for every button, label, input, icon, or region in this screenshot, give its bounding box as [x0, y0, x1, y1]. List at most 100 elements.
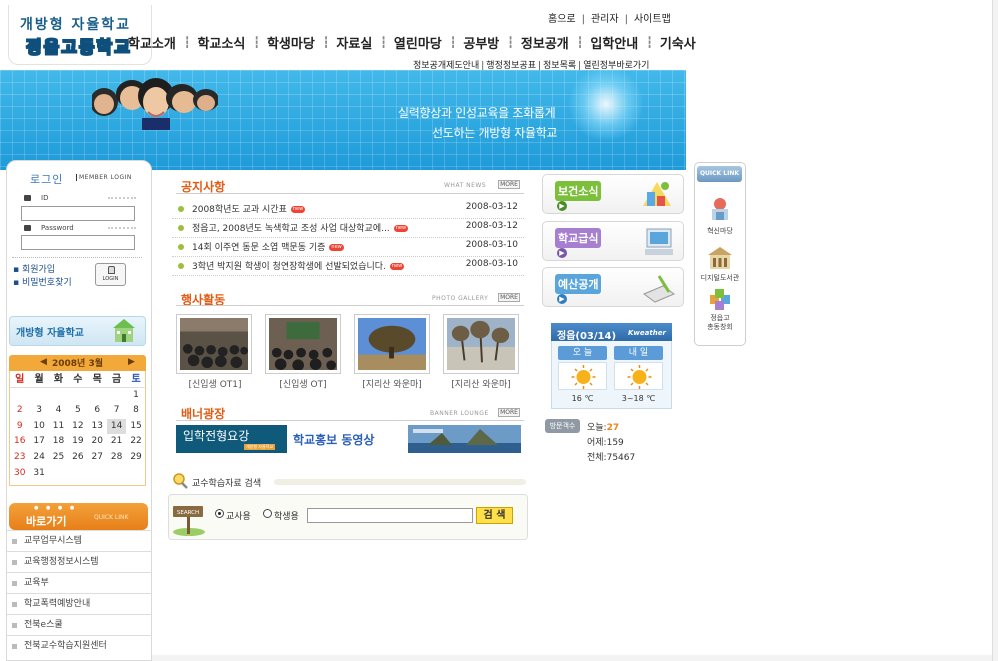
sitemap-link[interactable]: 사이트맵 [634, 14, 671, 25]
quick-item-violence-prevention[interactable]: 학교폭력예방안내 [6, 593, 152, 614]
teacher-radio-label[interactable]: 교사용 [226, 509, 251, 522]
calendar-day[interactable]: 18 [49, 434, 68, 450]
notice-row-title[interactable]: 정읍고, 2008년도 녹색학교 조성 사업 대상학교에... [192, 224, 390, 234]
nav-open-yard[interactable]: 열린마당 [386, 33, 442, 52]
calendar-day[interactable]: 6 [88, 403, 107, 419]
nav-admission[interactable]: 입학안내 [582, 33, 638, 52]
calendar-day[interactable]: 22 [126, 434, 145, 450]
calendar-day[interactable]: 27 [88, 450, 107, 466]
calendar-day[interactable]: 19 [68, 434, 87, 450]
quick-item-ministry[interactable]: 교육부 [6, 572, 152, 593]
calendar-day[interactable]: 14 [106, 418, 127, 435]
calendar-day[interactable]: 1 [126, 388, 145, 404]
calendar-day[interactable]: 21 [107, 434, 126, 450]
gallery-caption[interactable]: [지리산 와운마] [347, 377, 437, 390]
calendar-day[interactable]: 7 [107, 403, 126, 419]
calendar-day[interactable]: 3 [29, 403, 48, 419]
quick-item-academic-system[interactable]: 교무업무시스템 [6, 530, 152, 551]
password-input[interactable] [21, 235, 135, 250]
dokdo-banner[interactable] [408, 425, 521, 453]
calendar-day[interactable]: 2 [10, 403, 29, 419]
quick-item-eschool[interactable]: 전북e스쿨 [6, 614, 152, 635]
innovation-yard-link[interactable]: 혁신마당 [694, 226, 746, 236]
teacher-radio[interactable] [215, 509, 224, 518]
student-radio[interactable] [263, 509, 272, 518]
gallery-more-button[interactable]: MORE [498, 293, 520, 302]
sub-link-info-list[interactable]: 정보목록 [543, 61, 576, 71]
gallery-thumb[interactable] [176, 314, 252, 374]
calendar-day[interactable]: 8 [126, 403, 145, 419]
calendar-day[interactable]: 23 [10, 450, 29, 466]
calendar-day[interactable]: 13 [88, 419, 107, 435]
nav-school-news[interactable]: 학교소식 [189, 33, 245, 52]
nav-info-disclosure[interactable]: 정보공개 [513, 33, 569, 52]
budget-disclosure-card[interactable]: 예산공개 ▶ [542, 267, 684, 307]
calendar-day[interactable]: 11 [49, 419, 68, 435]
nav-student-yard[interactable]: 학생마당 [259, 33, 315, 52]
digital-library-link[interactable]: 디지털도서관 [694, 273, 746, 283]
calendar-next-button[interactable]: ▶ [128, 357, 135, 367]
gallery-thumb[interactable] [265, 314, 341, 374]
join-member-link[interactable]: ▪ 회원가입 [13, 262, 55, 275]
search-button[interactable]: 검 색 [476, 507, 513, 524]
banner-lounge-more-button[interactable]: MORE [498, 408, 520, 417]
calendar-day[interactable]: 4 [49, 403, 68, 419]
nav-study-room[interactable]: 공부방 [455, 33, 499, 52]
calendar-day[interactable]: 5 [68, 403, 87, 419]
student-radio-label[interactable]: 학생용 [274, 509, 299, 522]
calendar-day[interactable]: 25 [49, 450, 68, 466]
banner-lounge-eng-label: BANNER LOUNGE [430, 410, 489, 417]
gallery-thumb[interactable] [443, 314, 519, 374]
calendar-day[interactable]: 17 [29, 434, 48, 450]
visitor-today: 오늘:27 [587, 423, 620, 433]
school-logo-title[interactable]: 정읍고등학교 [25, 33, 132, 58]
calendar-day[interactable]: 29 [126, 450, 145, 466]
calendar-day[interactable]: 30 [10, 466, 29, 482]
gallery-thumb[interactable] [354, 314, 430, 374]
alumni-association-link[interactable]: 총동창회 [694, 322, 746, 332]
health-news-card[interactable]: 보건소식 ▶ [542, 174, 684, 214]
calendar-day[interactable]: 24 [29, 450, 48, 466]
calendar-day[interactable]: 31 [29, 466, 48, 482]
notice-row[interactable]: 2008학년도 교과 시간표 new 2008-03-12 [172, 199, 524, 219]
calendar-day[interactable]: 15 [126, 419, 145, 435]
sub-link-open-gov[interactable]: 열린정부바로가기 [583, 61, 649, 71]
find-password-link[interactable]: ▪ 비밀번호찾기 [13, 275, 72, 288]
alumni-association-icon[interactable] [707, 287, 733, 313]
admin-link[interactable]: 관리자 [591, 14, 619, 25]
gallery-caption[interactable]: [지리산 와운마] [436, 377, 526, 390]
notice-row-title[interactable]: 3학년 박지원 학생이 청연장학생에 선발되었습니다. [192, 262, 386, 272]
calendar-day[interactable]: 9 [10, 419, 29, 435]
quick-item-learning-center[interactable]: 전북교수학습지원센터 [6, 635, 152, 656]
id-input[interactable] [21, 206, 135, 221]
notice-row[interactable]: 3학년 박지원 학생이 청연장학생에 선발되었습니다. new 2008-03-1… [172, 256, 524, 276]
calendar-day[interactable]: 16 [10, 434, 29, 450]
calendar-day[interactable]: 20 [88, 434, 107, 450]
notice-row-title[interactable]: 2008학년도 교과 시간표 [192, 205, 287, 215]
sub-link-info-system[interactable]: 정보공개제도안내 [413, 61, 479, 71]
quick-item-neis[interactable]: 교육행정정보시스템 [6, 551, 152, 572]
nav-dormitory[interactable]: 기숙사 [652, 33, 696, 52]
gallery-caption[interactable]: [신입생 OT] [258, 377, 348, 390]
nav-school-intro[interactable]: 학교소개 [120, 33, 176, 52]
school-meal-card[interactable]: 학교급식 ▶ [542, 221, 684, 261]
admission-guide-banner[interactable]: 입학전형요강 개방형 자율학교 [176, 425, 287, 453]
calendar-day[interactable]: 28 [107, 450, 126, 466]
calendar-prev-button[interactable]: ◀ [40, 357, 47, 367]
search-input[interactable] [307, 508, 473, 523]
innovation-yard-icon[interactable] [707, 196, 733, 222]
digital-library-icon[interactable] [707, 245, 733, 271]
nav-archive[interactable]: 자료실 [328, 33, 372, 52]
calendar-day[interactable]: 10 [29, 419, 48, 435]
notice-row[interactable]: 14회 이주연 동문 소엽 맥문동 기증 new 2008-03-10 [172, 237, 524, 257]
notice-more-button[interactable]: MORE [498, 180, 520, 189]
home-link[interactable]: 홈으로 [548, 14, 576, 25]
notice-row-title[interactable]: 14회 이주연 동문 소엽 맥문동 기증 [192, 243, 325, 253]
login-button[interactable]: LOGIN [95, 263, 126, 286]
calendar-day[interactable]: 12 [68, 419, 87, 435]
sub-link-admin-info[interactable]: 행정정보공표 [486, 61, 536, 71]
gallery-caption[interactable]: [신입생 OT1] [170, 377, 260, 390]
school-video-banner[interactable]: 학교홍보 동영상 [291, 425, 404, 453]
notice-row[interactable]: 정읍고, 2008년도 녹색학교 조성 사업 대상학교에... new 2008-… [172, 218, 524, 238]
calendar-day[interactable]: 26 [68, 450, 87, 466]
